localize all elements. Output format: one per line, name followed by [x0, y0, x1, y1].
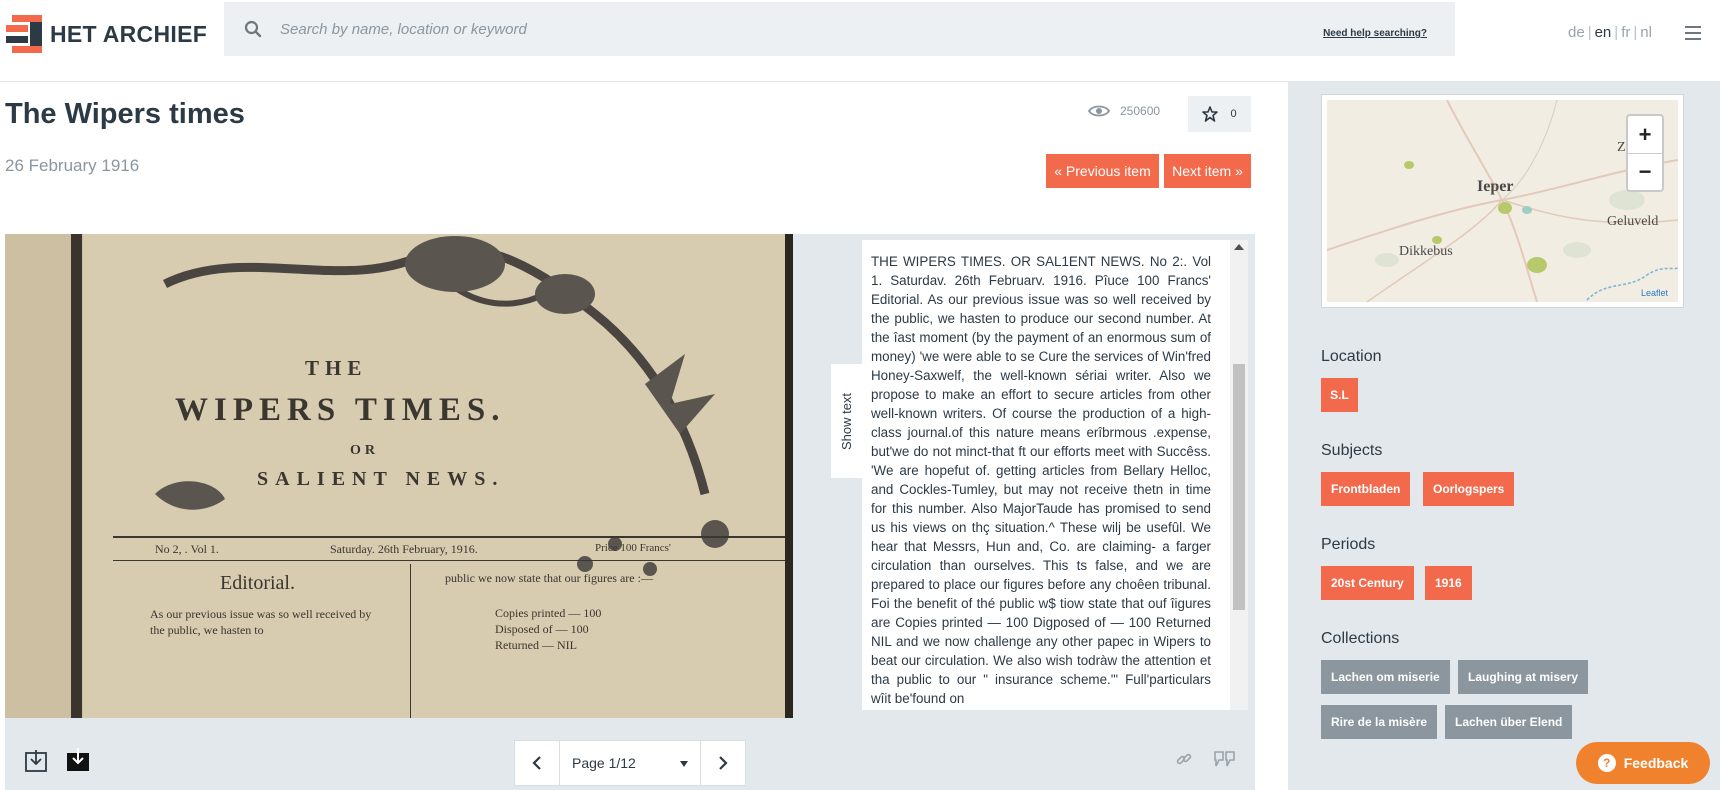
location-heading: Location: [1321, 348, 1382, 365]
lang-en[interactable]: en: [1595, 24, 1612, 41]
help-search-link[interactable]: Need help searching?: [1323, 28, 1427, 39]
logo[interactable]: HET ARCHIEF: [6, 14, 207, 54]
map-label-geluveld: Geluveld: [1607, 214, 1659, 229]
quote-icon[interactable]: [1213, 750, 1237, 768]
location-tag[interactable]: S.L: [1321, 378, 1358, 412]
newspaper-scan-image[interactable]: THE WIPERS TIMES. OR SALIENT NEWS. No 2,…: [5, 234, 793, 718]
scan-dateline-right: Price 100 Francs': [595, 542, 671, 554]
location-map[interactable]: Ieper Dikkebus Geluveld Zon + − Leaflet: [1321, 94, 1684, 308]
ocr-text-panel[interactable]: THE WIPERS TIMES. OR SAL1ENT NEWS. No 2:…: [862, 240, 1237, 710]
feedback-button[interactable]: ? Feedback: [1576, 742, 1710, 784]
previous-item-button[interactable]: « Previous item: [1046, 154, 1159, 188]
logo-mark-icon: [6, 15, 44, 53]
page-pager: Page 1/12: [514, 740, 746, 786]
logo-text: HET ARCHIEF: [50, 20, 208, 47]
search-input[interactable]: [280, 14, 1180, 44]
previous-page-button[interactable]: [514, 740, 560, 786]
favorite-button[interactable]: 0: [1188, 96, 1251, 132]
feedback-label: Feedback: [1623, 755, 1689, 771]
map-zoom-control: + −: [1626, 114, 1664, 192]
link-icon[interactable]: [1175, 750, 1193, 768]
scrollbar-thumb[interactable]: [1233, 364, 1245, 610]
item-date: 26 February 1916: [5, 156, 140, 175]
period-tag[interactable]: 1916: [1425, 566, 1472, 600]
page-select[interactable]: Page 1/12: [560, 740, 700, 786]
scan-rule: [113, 560, 785, 561]
search-icon[interactable]: [244, 20, 262, 38]
lang-fr[interactable]: fr: [1621, 24, 1630, 41]
map-label-dikkebus: Dikkebus: [1399, 244, 1453, 259]
next-page-button[interactable]: [700, 740, 746, 786]
scan-col1-text: As our previous issue was so well receiv…: [150, 607, 372, 637]
collection-tag[interactable]: Lachen om miserie: [1321, 660, 1450, 694]
map-label-ieper: Ieper: [1477, 178, 1514, 195]
scan-col2-line: Returned — NIL: [495, 638, 577, 652]
question-icon: ?: [1597, 754, 1616, 772]
lang-separator: |: [1587, 24, 1592, 41]
subject-tag[interactable]: Frontbladen: [1321, 472, 1411, 506]
next-item-button[interactable]: Next item »: [1164, 154, 1251, 188]
language-switcher: de | en | fr | nl: [1568, 24, 1652, 41]
periods-heading: Periods: [1321, 536, 1376, 553]
subjects-heading: Subjects: [1321, 442, 1383, 459]
scan-dateline-mid: Saturday. 26th February, 1916.: [330, 542, 478, 556]
scan-col2-head: public we now state that our figures are…: [445, 571, 653, 585]
scan-masthead-sub: SALIENT NEWS.: [257, 468, 505, 490]
scan-masthead-the: THE: [305, 356, 368, 380]
eye-icon: [1088, 105, 1110, 117]
collection-tag[interactable]: Rire de la misère: [1321, 705, 1438, 739]
document-viewer: THE WIPERS TIMES. OR SALIENT NEWS. No 2,…: [5, 234, 1255, 718]
chevron-left-icon: [532, 756, 541, 770]
zoom-in-button[interactable]: +: [1628, 116, 1662, 153]
favorite-count: 0: [1230, 108, 1237, 120]
page-title: The Wipers times: [5, 98, 245, 130]
collections-heading: Collections: [1321, 630, 1400, 647]
ocr-scrollbar[interactable]: [1230, 240, 1248, 710]
zoom-out-button[interactable]: −: [1628, 153, 1662, 190]
download-outline-icon[interactable]: [24, 748, 48, 772]
caret-down-icon: [680, 761, 688, 767]
lang-nl[interactable]: nl: [1640, 24, 1652, 41]
view-count: 250600: [1088, 104, 1160, 118]
scan-rule: [113, 536, 785, 538]
show-text-label: Show text: [839, 392, 855, 450]
collection-tag[interactable]: Lachen über Elend: [1445, 705, 1573, 739]
page-select-value: Page 1/12: [572, 755, 636, 771]
scroll-up-arrow-icon[interactable]: [1234, 244, 1244, 250]
scan-editorial-heading: Editorial.: [220, 572, 295, 594]
scan-col2-line: Copies printed — 100: [495, 606, 602, 620]
subject-tag[interactable]: Oorlogspers: [1423, 472, 1515, 506]
scan-masthead-or: OR: [350, 443, 379, 458]
show-text-toggle[interactable]: Show text: [831, 364, 863, 478]
scan-dateline-left: No 2, . Vol 1.: [155, 542, 219, 556]
ocr-text: THE WIPERS TIMES. OR SAL1ENT NEWS. No 2:…: [871, 254, 1211, 706]
leaflet-attribution-link[interactable]: Leaflet: [1641, 288, 1668, 298]
metadata-sidebar: Ieper Dikkebus Geluveld Zon + − Leaflet …: [1288, 82, 1720, 790]
lang-separator: |: [1633, 24, 1638, 41]
lang-de[interactable]: de: [1568, 24, 1585, 41]
site-header: HET ARCHIEF Need help searching? de|en|f…: [0, 0, 1720, 82]
download-filled-icon[interactable]: [66, 748, 90, 772]
scan-column-rule: [410, 564, 411, 718]
search-bar: Need help searching?: [224, 2, 1455, 56]
scan-edge: [785, 234, 793, 718]
scan-spine: [71, 234, 82, 718]
scan-col2-line: Disposed of — 100: [495, 622, 589, 636]
collection-tag[interactable]: Laughing at misery: [1458, 660, 1589, 694]
view-count-value: 250600: [1120, 104, 1161, 118]
chevron-right-icon: [719, 756, 728, 770]
scan-masthead-title: WIPERS TIMES.: [175, 392, 506, 428]
viewer-toolbar: Page 1/12: [5, 718, 1255, 790]
hamburger-menu-icon[interactable]: [1685, 26, 1701, 40]
map-canvas[interactable]: Ieper Dikkebus Geluveld Zon + − Leaflet: [1327, 100, 1678, 302]
lang-separator: |: [1614, 24, 1619, 41]
star-icon: [1202, 106, 1219, 122]
period-tag[interactable]: 20st Century: [1321, 566, 1414, 600]
